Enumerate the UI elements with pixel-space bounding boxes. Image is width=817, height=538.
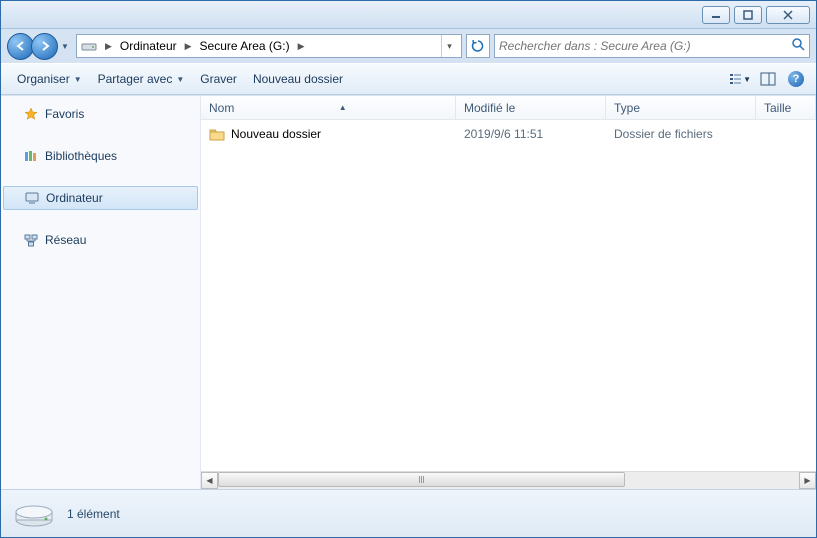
breadcrumb: ▶ Ordinateur ▶ Secure Area (G:) ▶ bbox=[101, 37, 309, 55]
navbar: ▼ ▶ Ordinateur ▶ Secure Area (G:) ▶ ▾ bbox=[1, 29, 816, 63]
sidebar-item-label: Bibliothèques bbox=[45, 149, 117, 163]
folder-icon bbox=[209, 126, 225, 142]
main-pane: Nom▲ Modifié le Type Taille Nouveau doss… bbox=[201, 96, 816, 489]
sidebar-item-label: Réseau bbox=[45, 233, 86, 247]
search-icon[interactable] bbox=[791, 37, 805, 56]
explorer-window: ▼ ▶ Ordinateur ▶ Secure Area (G:) ▶ ▾ bbox=[0, 0, 817, 538]
libraries-icon bbox=[23, 148, 39, 164]
column-headers: Nom▲ Modifié le Type Taille bbox=[201, 96, 816, 120]
back-button[interactable] bbox=[7, 33, 34, 60]
column-size[interactable]: Taille bbox=[756, 96, 816, 119]
star-icon bbox=[23, 106, 39, 122]
chevron-down-icon: ▼ bbox=[74, 75, 82, 84]
view-options-button[interactable]: ▼ bbox=[728, 67, 752, 91]
chevron-down-icon: ▼ bbox=[743, 75, 751, 84]
scroll-thumb[interactable] bbox=[218, 472, 625, 487]
file-name: Nouveau dossier bbox=[231, 127, 321, 141]
column-type[interactable]: Type bbox=[606, 96, 756, 119]
breadcrumb-computer[interactable]: Ordinateur bbox=[116, 37, 181, 55]
sidebar: Favoris Bibliothèques Ordinateur Réseau bbox=[1, 96, 201, 489]
file-list[interactable]: Nouveau dossier 2019/9/6 11:51 Dossier d… bbox=[201, 120, 816, 471]
status-bar: 1 élément bbox=[1, 489, 816, 537]
nav-history-dropdown[interactable]: ▼ bbox=[58, 33, 72, 60]
table-row[interactable]: Nouveau dossier 2019/9/6 11:51 Dossier d… bbox=[201, 120, 816, 148]
titlebar bbox=[1, 1, 816, 29]
horizontal-scrollbar[interactable]: ◀ ▶ bbox=[201, 471, 816, 489]
search-input[interactable] bbox=[499, 39, 791, 53]
column-modified[interactable]: Modifié le bbox=[456, 96, 606, 119]
forward-button[interactable] bbox=[31, 33, 58, 60]
sidebar-item-libraries[interactable]: Bibliothèques bbox=[1, 144, 200, 168]
sidebar-item-label: Ordinateur bbox=[46, 191, 103, 205]
address-bar[interactable]: ▶ Ordinateur ▶ Secure Area (G:) ▶ ▾ bbox=[76, 34, 462, 58]
scroll-left-button[interactable]: ◀ bbox=[201, 472, 218, 489]
share-button[interactable]: Partager avec▼ bbox=[90, 68, 193, 90]
computer-icon bbox=[24, 190, 40, 206]
maximize-button[interactable] bbox=[734, 6, 762, 24]
search-box[interactable] bbox=[494, 34, 810, 58]
toolbar: Organiser▼ Partager avec▼ Graver Nouveau… bbox=[1, 63, 816, 95]
address-dropdown[interactable]: ▾ bbox=[441, 35, 457, 57]
new-folder-button[interactable]: Nouveau dossier bbox=[245, 68, 351, 90]
minimize-button[interactable] bbox=[702, 6, 730, 24]
sidebar-item-label: Favoris bbox=[45, 107, 84, 121]
organize-button[interactable]: Organiser▼ bbox=[9, 68, 90, 90]
chevron-down-icon: ▼ bbox=[176, 75, 184, 84]
body: Favoris Bibliothèques Ordinateur Réseau bbox=[1, 95, 816, 489]
refresh-button[interactable] bbox=[466, 34, 490, 58]
sort-asc-icon: ▲ bbox=[339, 103, 347, 112]
help-icon: ? bbox=[788, 71, 804, 87]
help-button[interactable]: ? bbox=[784, 67, 808, 91]
burn-button[interactable]: Graver bbox=[192, 68, 245, 90]
network-icon bbox=[23, 232, 39, 248]
file-modified: 2019/9/6 11:51 bbox=[464, 127, 543, 141]
sidebar-item-favorites[interactable]: Favoris bbox=[1, 102, 200, 126]
breadcrumb-drive[interactable]: Secure Area (G:) bbox=[196, 37, 294, 55]
sidebar-item-computer[interactable]: Ordinateur bbox=[3, 186, 198, 210]
sidebar-item-network[interactable]: Réseau bbox=[1, 228, 200, 252]
nav-buttons: ▼ bbox=[7, 33, 72, 60]
drive-icon bbox=[81, 38, 97, 54]
scroll-right-button[interactable]: ▶ bbox=[799, 472, 816, 489]
drive-large-icon bbox=[13, 498, 55, 530]
scroll-track[interactable] bbox=[218, 472, 799, 489]
chevron-right-icon[interactable]: ▶ bbox=[294, 41, 309, 52]
close-button[interactable] bbox=[766, 6, 810, 24]
chevron-right-icon[interactable]: ▶ bbox=[101, 41, 116, 52]
preview-pane-button[interactable] bbox=[756, 67, 780, 91]
file-type: Dossier de fichiers bbox=[614, 127, 713, 141]
chevron-right-icon[interactable]: ▶ bbox=[181, 41, 196, 52]
status-text: 1 élément bbox=[67, 507, 120, 521]
column-name[interactable]: Nom▲ bbox=[201, 96, 456, 119]
